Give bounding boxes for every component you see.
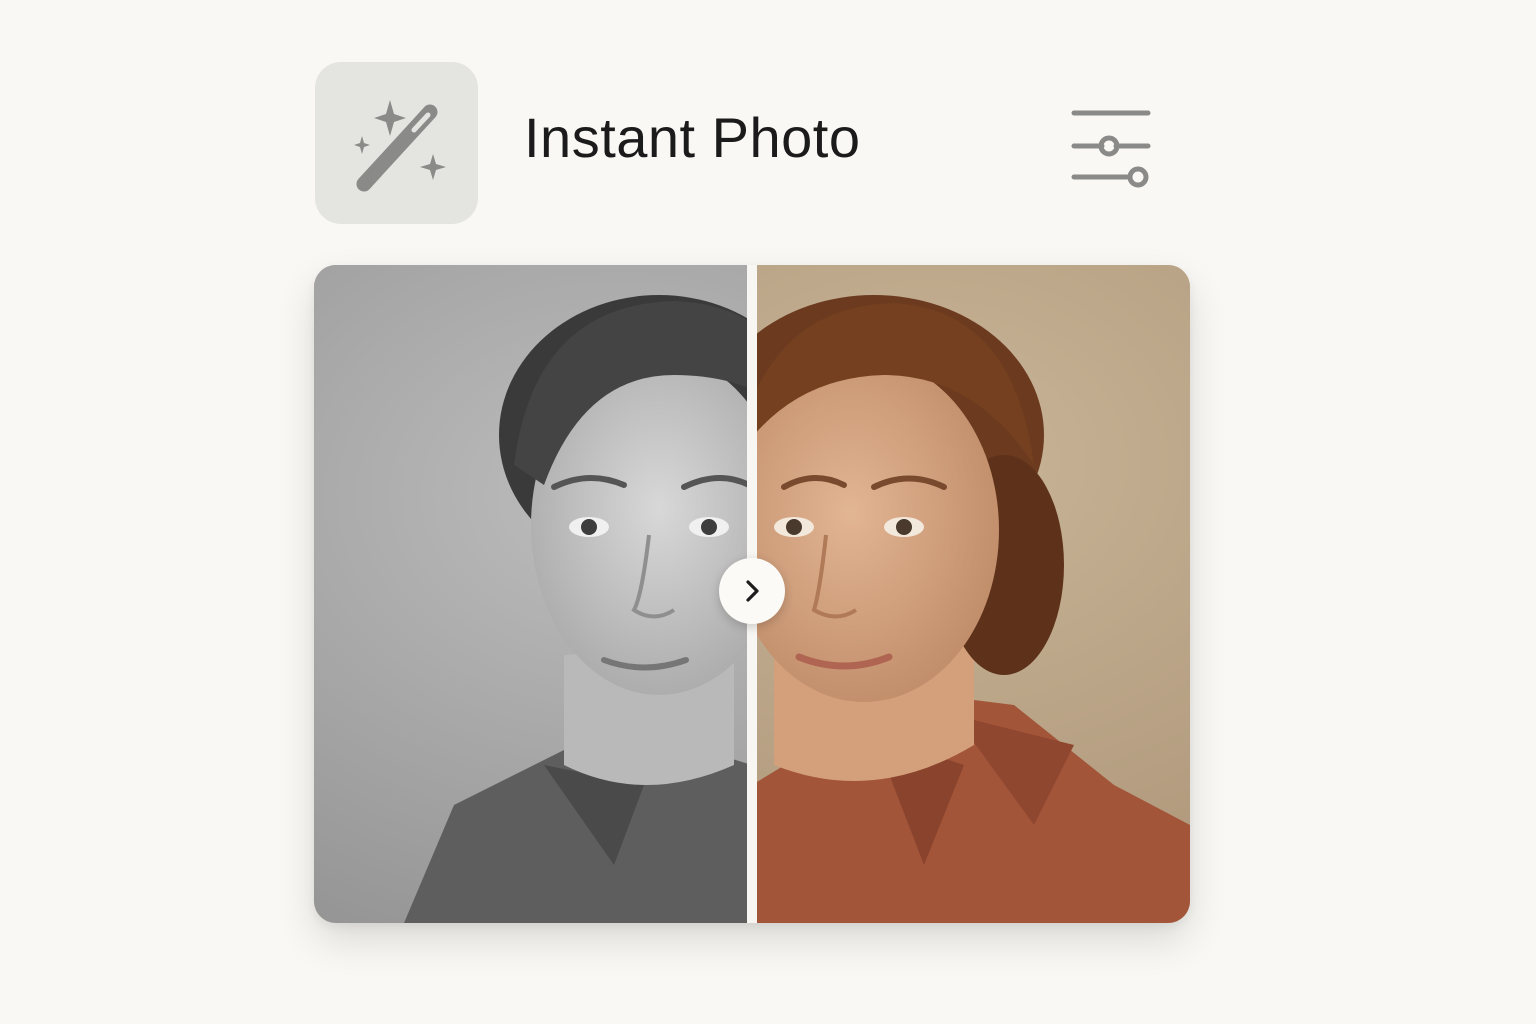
app-icon-tile[interactable] xyxy=(315,62,478,224)
before-after-compare[interactable] xyxy=(314,265,1190,923)
compare-slider-handle[interactable] xyxy=(719,558,785,624)
app-screen: Instant Photo xyxy=(0,0,1536,1024)
app-title: Instant Photo xyxy=(524,106,861,169)
chevron-right-icon xyxy=(746,580,759,602)
settings-button[interactable] xyxy=(1062,100,1158,194)
sliders-icon xyxy=(1071,110,1151,188)
magic-wand-icon xyxy=(353,100,446,192)
